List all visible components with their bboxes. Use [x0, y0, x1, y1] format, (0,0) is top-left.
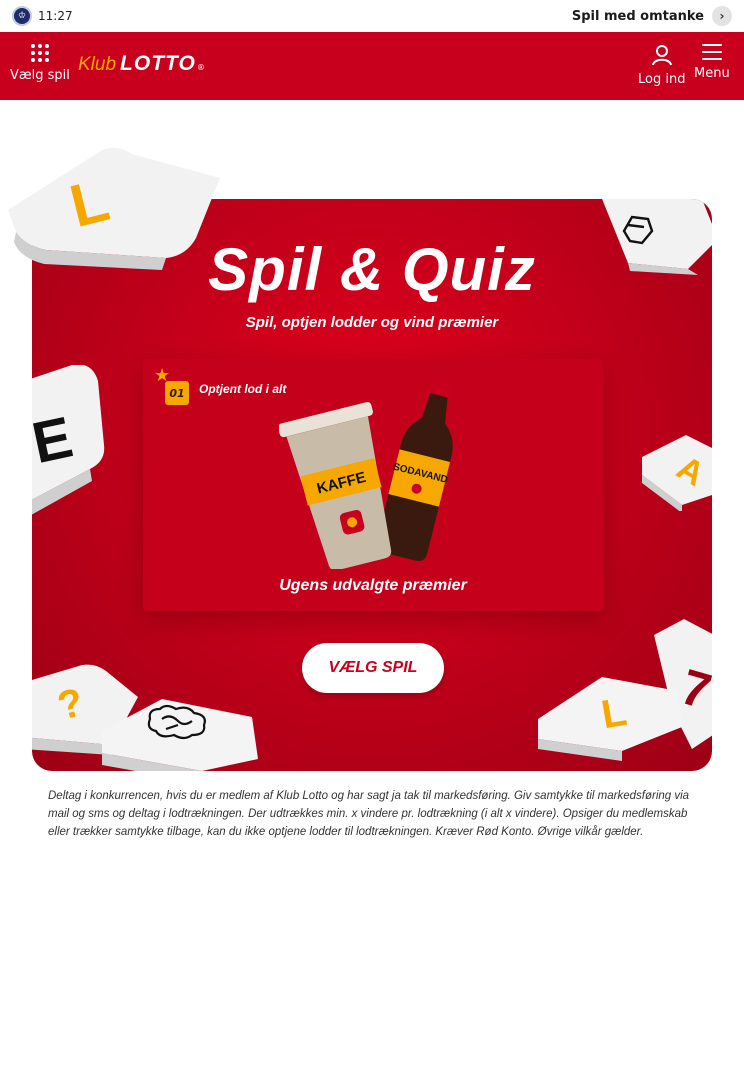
earned-lots-label: Optjent lod i alt	[199, 382, 287, 396]
bottom-right-tiles: 7 L	[538, 619, 712, 761]
letter-tile-l-top: L	[8, 147, 220, 270]
spil-quiz-hero: E A ? 7 L Spil & Quiz Spil, optjen lodde…	[32, 199, 712, 771]
site-header: Vælg spil Klub LOTTO ® Log ind Menu	[0, 32, 744, 100]
choose-game-label: Vælg spil	[10, 68, 70, 83]
responsible-gaming-link[interactable]: Spil med omtanke ›	[572, 6, 732, 26]
logo-registered-mark: ®	[196, 63, 205, 72]
user-icon	[651, 45, 672, 66]
earned-lots-badge: ★ 01	[154, 367, 189, 405]
letter-tile-e: E	[32, 365, 105, 515]
logo-lotto-text: LOTTO	[120, 52, 196, 75]
choose-game-button[interactable]: Vælg spil	[10, 44, 70, 83]
coffee-and-soda-image: SODAVAND KAFFE	[279, 379, 453, 569]
hero-subtitle: Spil, optjen lodder og vind præmier	[245, 314, 499, 331]
login-label: Log ind	[638, 72, 686, 87]
letter-tile-a: A	[642, 435, 712, 511]
weekly-prizes-caption: Ugens udvalgte præmier	[279, 577, 467, 594]
logo-klub-text: Klub	[78, 54, 117, 75]
responsible-gaming-label: Spil med omtanke	[571, 8, 704, 24]
menu-button[interactable]: Menu	[694, 44, 730, 81]
choose-game-cta-button[interactable]: VÆLG SPIL	[302, 643, 444, 693]
klub-lotto-logo[interactable]: Klub LOTTO ®	[78, 52, 205, 76]
terms-disclaimer: Deltag i konkurrencen, hvis du er medlem…	[48, 790, 690, 838]
login-button[interactable]: Log ind	[638, 44, 685, 87]
bottom-left-tiles: ?	[32, 664, 258, 771]
chevron-right-icon: ›	[712, 6, 732, 26]
crown-seal-icon: ♔	[12, 6, 32, 26]
status-bar: ♔ 11:27 Spil med omtanke ›	[0, 0, 744, 32]
hamburger-icon	[701, 44, 722, 60]
star-icon: ★	[154, 365, 171, 386]
grid-dots-icon	[30, 44, 49, 62]
weekly-prizes-card: ★ 01 Optjent lod i alt SODAVAND KAFFE Ug…	[143, 359, 603, 611]
earned-lots-indicator: ★ 01 Optjent lod i alt	[154, 367, 287, 405]
menu-label: Menu	[694, 66, 730, 81]
status-time: 11:27	[38, 9, 73, 23]
earned-lots-count: 01	[169, 386, 185, 400]
